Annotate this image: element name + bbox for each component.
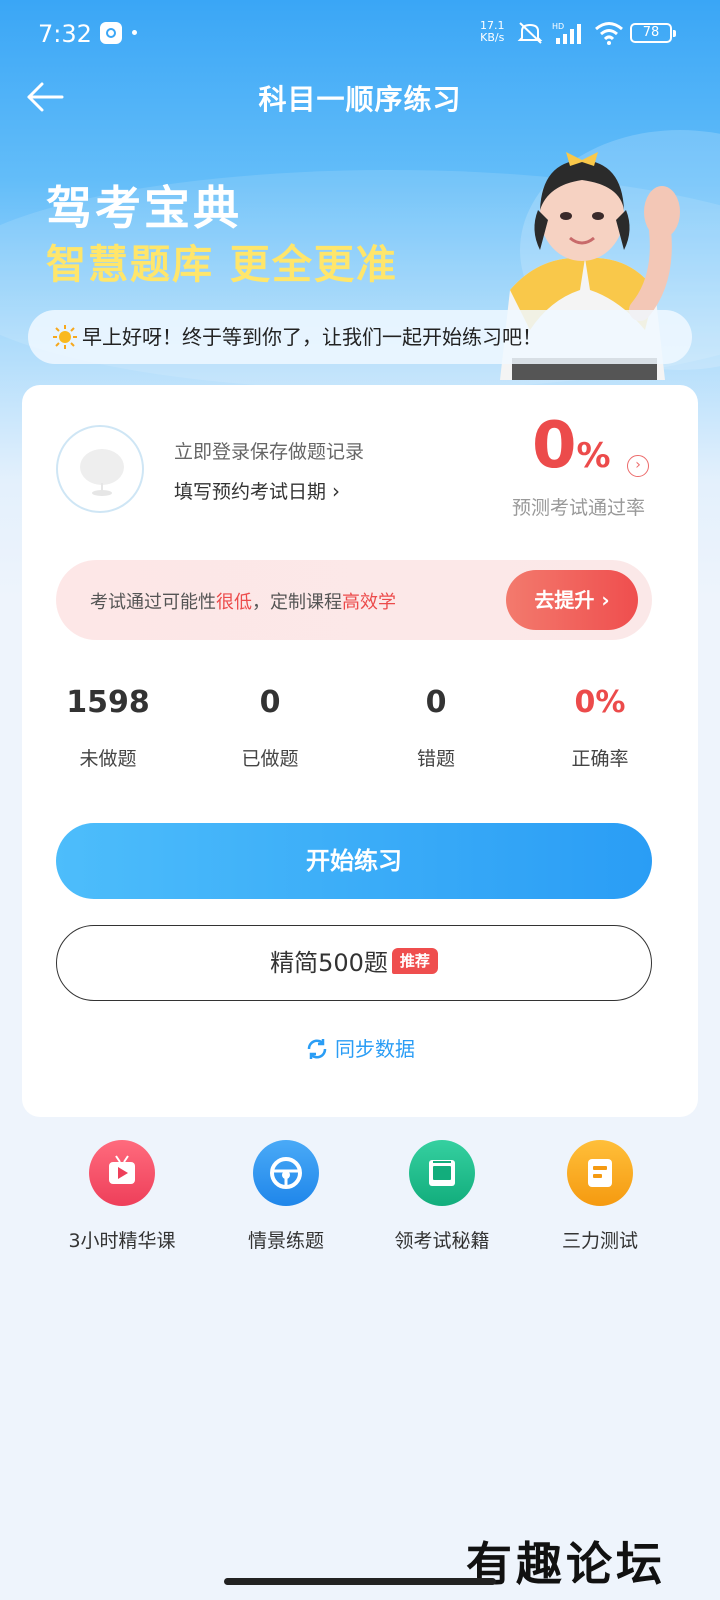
greeting-banner: 早上好呀！终于等到你了，让我们一起开始练习吧！ [28, 310, 692, 364]
simple-500-label: 精简500题 [270, 949, 388, 977]
sync-icon [307, 1038, 327, 1059]
pass-rate-detail-icon[interactable]: › [627, 455, 649, 477]
video-icon [89, 1140, 155, 1206]
sync-label: 同步数据 [335, 1037, 415, 1061]
pass-rate-unit: % [576, 436, 611, 476]
status-time: 7:32 [38, 20, 92, 48]
notification-dot-icon [132, 30, 137, 35]
stat-value: 0 [425, 685, 447, 720]
pass-rate: 0% [532, 409, 642, 483]
promo-banner: 考试通过可能性很低，定制课程高效学 去提升 › [56, 560, 652, 640]
wifi-icon [595, 22, 623, 45]
document-icon [567, 1140, 633, 1206]
default-avatar-icon [80, 449, 124, 496]
pass-rate-label: 预测考试通过率 [512, 497, 646, 519]
stat-value: 1598 [66, 685, 150, 720]
battery-icon: 78 [630, 23, 676, 43]
status-bar: 7:32 17.1 KB/s HD 78 [0, 0, 720, 70]
stat-accuracy[interactable]: 0% 正确率 [520, 685, 680, 771]
start-practice-button[interactable]: 开始练习 [56, 823, 652, 899]
stat-undone[interactable]: 1598 未做题 [28, 685, 188, 771]
home-indicator[interactable] [224, 1578, 496, 1585]
promo-text-prefix: 考试通过可能性 [90, 592, 216, 613]
tool-essence-course[interactable]: 3小时精华课 [42, 1140, 202, 1253]
promo-text-efficient: 高效学 [342, 592, 396, 613]
quick-tools: 3小时精华课 情景练题 领考试秘籍 三力测试 [0, 1140, 720, 1280]
tool-label: 三力测试 [561, 1230, 638, 1252]
tool-exam-secrets[interactable]: 领考试秘籍 [362, 1140, 522, 1253]
simple-500-button[interactable]: 精简500题 推荐 [56, 925, 652, 1001]
sun-icon [53, 325, 77, 349]
stat-value: 0 [259, 685, 281, 720]
tool-scenario-practice[interactable]: 情景练题 [206, 1140, 366, 1253]
promo-text-low: 很低 [216, 592, 252, 613]
promo-text-middle: ，定制课程 [252, 592, 342, 613]
tool-three-ability-test[interactable]: 三力测试 [520, 1140, 680, 1253]
chevron-right-icon: › [332, 479, 341, 503]
pass-rate-value: 0 [532, 409, 577, 483]
avatar[interactable] [56, 425, 144, 513]
stat-label: 正确率 [571, 748, 629, 770]
page-title: 科目一顺序练习 [258, 83, 462, 116]
sync-data-button[interactable]: 同步数据 [22, 1033, 698, 1063]
stat-label: 错题 [416, 748, 455, 770]
banner-title: 驾考宝典 [46, 181, 242, 235]
stat-value: 0% [574, 685, 626, 720]
greeting-text: 早上好呀！终于等到你了，让我们一起开始练习吧！ [82, 325, 542, 349]
recommend-badge: 推荐 [391, 948, 438, 974]
promo-text: 考试通过可能性很低，定制课程高效学 [90, 588, 396, 614]
network-speed-unit: KB/s [480, 31, 505, 44]
stat-wrong[interactable]: 0 错题 [356, 685, 516, 771]
tool-label: 情景练题 [247, 1230, 324, 1252]
stat-done[interactable]: 0 已做题 [190, 685, 350, 771]
stat-label: 已做题 [241, 748, 299, 770]
improve-button[interactable]: 去提升 › [506, 570, 638, 630]
signal-icon: HD [552, 22, 581, 44]
login-tip[interactable]: 立即登录保存做题记录 [174, 437, 364, 464]
steering-wheel-icon [253, 1140, 319, 1206]
practice-card: 立即登录保存做题记录 填写预约考试日期 › 0% › 预测考试通过率 考试通过可能… [22, 385, 698, 1117]
exam-date-link[interactable]: 填写预约考试日期 › [174, 477, 340, 504]
tool-label: 3小时精华课 [68, 1230, 176, 1252]
stats-row: 1598 未做题 0 已做题 0 错题 0% 正确率 [22, 685, 698, 785]
stat-label: 未做题 [79, 748, 137, 770]
book-icon [409, 1140, 475, 1206]
banner-subtitle: 智慧题库 更全更准 [46, 242, 398, 288]
exam-date-label: 填写预约考试日期 [174, 481, 327, 503]
watermark: 有趣论坛 [466, 1537, 666, 1591]
network-type-label: HD [552, 22, 564, 31]
tool-label: 领考试秘籍 [394, 1230, 490, 1252]
network-speed: 17.1 KB/s [480, 20, 505, 44]
mute-icon [517, 22, 543, 44]
app-notification-icon [100, 22, 122, 44]
